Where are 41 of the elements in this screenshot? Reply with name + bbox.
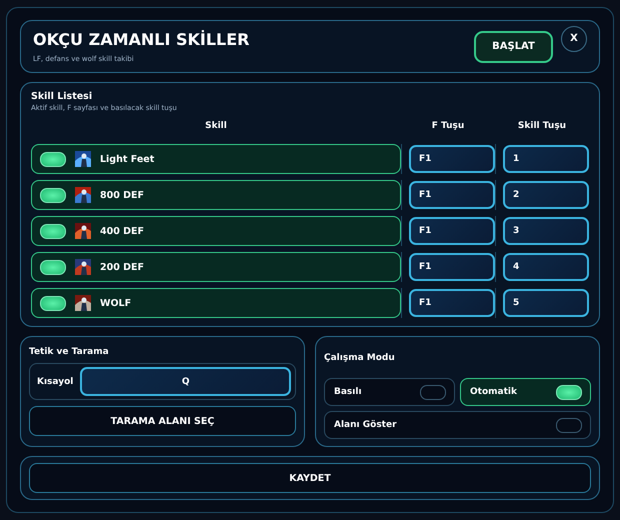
skill-name: WOLF (100, 298, 132, 308)
skill-row[interactable]: Light Feet (31, 144, 401, 174)
skill-row[interactable]: 200 DEF (31, 252, 401, 282)
f-key-field[interactable]: F1 (409, 253, 495, 281)
skill-row[interactable]: 400 DEF (31, 216, 401, 246)
skill-key-field[interactable]: 1 (503, 145, 589, 173)
column-header: Skill Tuşu (518, 120, 566, 133)
f-key-field[interactable]: F1 (409, 289, 495, 317)
option-label: Otomatik (470, 387, 517, 397)
skill-key-field[interactable]: 4 (503, 253, 589, 281)
shortcut-field[interactable]: Q (80, 367, 291, 396)
section-title: Skill Listesi (31, 91, 94, 102)
section-title: Çalışma Modu (324, 353, 396, 363)
window-title: OKÇU ZAMANLI SKİLLER (33, 30, 250, 49)
skill-key-field[interactable]: 2 (503, 181, 589, 209)
mode-option[interactable]: Basılı (324, 378, 455, 406)
f-key-field[interactable]: F1 (409, 181, 495, 209)
column-header: Skill (205, 120, 227, 133)
skill-name: 800 DEF (100, 190, 144, 200)
mode-option[interactable]: Otomatik (460, 378, 591, 406)
skill-row[interactable]: 800 DEF (31, 180, 401, 210)
skill-row[interactable]: WOLF (31, 288, 401, 318)
toggle-switch[interactable] (420, 384, 446, 400)
start-button[interactable]: BAŞLAT (474, 30, 553, 62)
skill-name: 200 DEF (100, 262, 144, 272)
skill-name: 400 DEF (100, 226, 144, 236)
column-header: F Tuşu (432, 120, 464, 133)
f-key-field[interactable]: F1 (409, 217, 495, 245)
save-button[interactable]: KAYDET (29, 463, 591, 493)
scan-area-button[interactable]: TARAMA ALANI SEÇ (29, 406, 296, 436)
skill-key-field[interactable]: 5 (503, 289, 589, 317)
section-title: Tetik ve Tarama (29, 347, 110, 357)
skill-key-field[interactable]: 3 (503, 217, 589, 245)
toggle-switch[interactable] (556, 418, 582, 432)
option-label: Alanı Göster (334, 420, 397, 430)
option-label: Basılı (334, 387, 362, 397)
shortcut-label: Kısayol (37, 376, 74, 386)
close-button[interactable]: X (561, 26, 587, 52)
skill-name: Light Feet (100, 154, 154, 164)
f-key-field[interactable]: F1 (409, 145, 495, 173)
mode-option[interactable]: Alanı Göster (324, 411, 591, 439)
